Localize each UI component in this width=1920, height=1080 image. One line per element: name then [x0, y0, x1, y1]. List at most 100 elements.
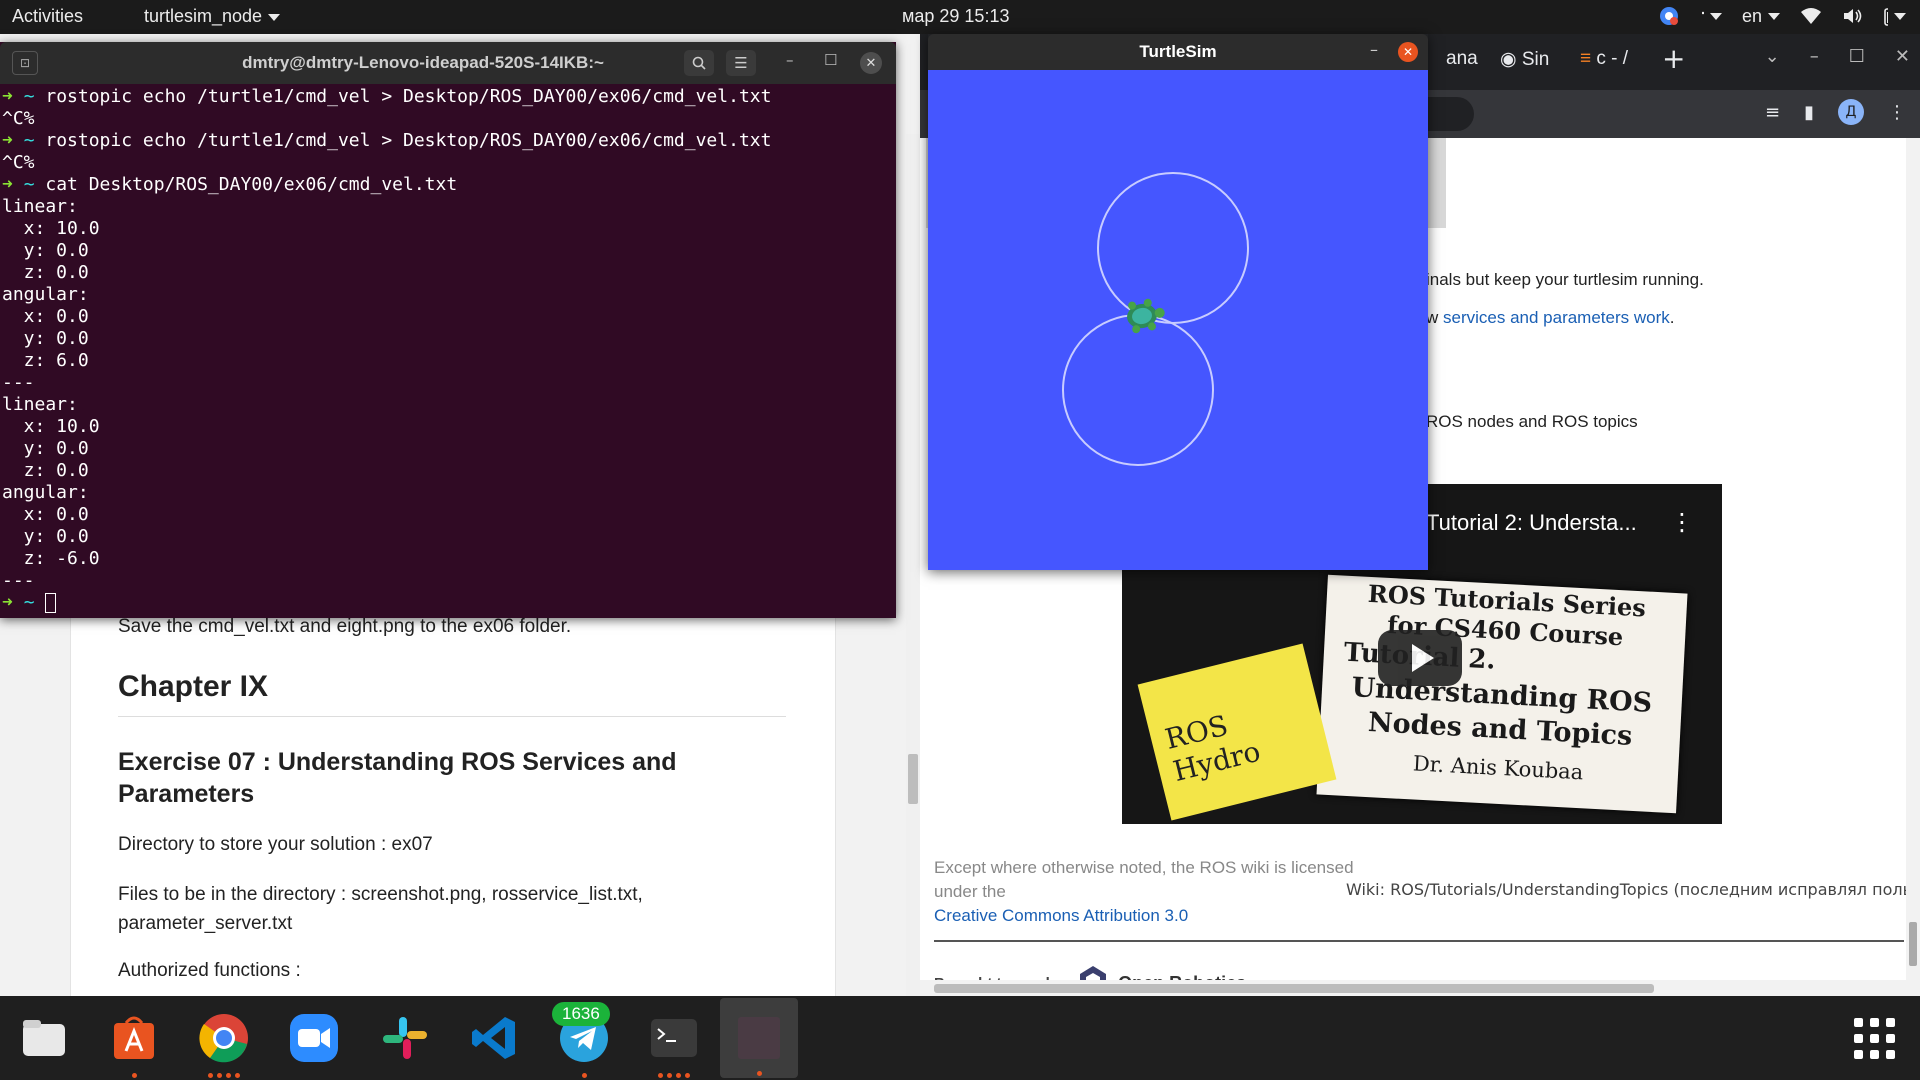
- close-icon[interactable]: ✕: [1895, 46, 1910, 67]
- terminal-line: linear:: [2, 394, 880, 416]
- terminal-line-text: x: 10.0: [2, 218, 100, 239]
- terminal-cursor[interactable]: [45, 593, 57, 613]
- media-queue-icon[interactable]: ≡: [1765, 102, 1780, 125]
- minimize-icon[interactable]: –: [1370, 40, 1378, 59]
- browser-tab[interactable]: ◉ Sin: [1500, 48, 1549, 71]
- browser-tab[interactable]: ≡ c - /: [1580, 48, 1628, 70]
- maximize-icon[interactable]: ☐: [1849, 46, 1865, 67]
- chevron-down-icon: [268, 13, 281, 21]
- prompt-arrow-icon: ➜: [2, 86, 13, 107]
- app-menu[interactable]: turtlesim_node: [144, 6, 281, 27]
- vertical-scrollbar[interactable]: [906, 134, 920, 996]
- maximize-icon[interactable]: ☐: [824, 51, 837, 69]
- prompt-dir: ~: [23, 130, 35, 151]
- tab-label: c - /: [1596, 48, 1629, 69]
- turtlesim-window[interactable]: TurtleSim – ✕: [928, 34, 1428, 570]
- zoom-dock-icon[interactable]: [284, 1008, 344, 1068]
- kebab-menu-icon[interactable]: ⋮: [1888, 102, 1906, 125]
- license-link[interactable]: Creative Commons Attribution 3.0: [934, 906, 1188, 926]
- vscode-dock-icon[interactable]: [464, 1008, 524, 1068]
- browser-window-controls: ⌄ – ☐ ✕: [1765, 46, 1910, 67]
- chevron-down-icon: [1709, 12, 1722, 20]
- terminal-output[interactable]: ➜ ~ rostopic echo /turtle1/cmd_vel > Des…: [0, 86, 880, 616]
- turtlesim-titlebar[interactable]: TurtleSim – ✕: [928, 34, 1428, 70]
- show-applications-icon[interactable]: [1854, 1018, 1895, 1059]
- new-tab-button[interactable]: +: [1662, 42, 1685, 75]
- terminal-line: angular:: [2, 284, 880, 306]
- scrollbar-thumb[interactable]: [908, 754, 918, 804]
- video-caption: ROS nodes and ROS topics: [1426, 412, 1638, 431]
- terminal-line: x: 10.0: [2, 218, 880, 240]
- close-icon[interactable]: ✕: [860, 52, 882, 74]
- clock[interactable]: мар 29 15:13: [902, 6, 1009, 27]
- terminal-scrollbar[interactable]: [886, 88, 894, 614]
- play-icon[interactable]: [1378, 630, 1462, 686]
- terminal-line-text: z: 0.0: [2, 262, 89, 283]
- vertical-scrollbar[interactable]: [1906, 138, 1920, 996]
- tab-label: ana: [1446, 48, 1478, 69]
- terminal-line-text: x: 10.0: [2, 416, 100, 437]
- turtlesim-dock-icon[interactable]: [720, 998, 798, 1078]
- terminal-dock-icon[interactable]: [644, 1008, 704, 1078]
- slack-dock-icon[interactable]: [374, 1008, 434, 1068]
- chrome-tray-icon[interactable]: [1658, 5, 1680, 27]
- paragraph-suffix: .: [1669, 308, 1675, 327]
- search-icon[interactable]: [684, 50, 714, 76]
- terminal-line: ^C%: [2, 108, 880, 130]
- terminal-line-text: y: 0.0: [2, 328, 89, 349]
- terminal-line: y: 0.0: [2, 526, 880, 548]
- turtle-icon: [1127, 298, 1165, 334]
- sticky-note: ROS Hydro: [1137, 643, 1337, 821]
- minimize-icon[interactable]: –: [1810, 46, 1819, 67]
- terminal-line: y: 0.0: [2, 328, 880, 350]
- browser-tab[interactable]: ana: [1446, 48, 1478, 70]
- card-text: Dr. Anis Koubaa: [1412, 751, 1584, 785]
- volume-icon[interactable]: [1842, 5, 1864, 27]
- kebab-menu-icon[interactable]: ⋮: [1670, 508, 1694, 536]
- video-title[interactable]: Tutorial 2: Understa...: [1426, 510, 1637, 536]
- stackoverflow-icon: ≡: [1580, 48, 1597, 69]
- software-center-dock-icon[interactable]: [104, 1008, 164, 1078]
- terminal-line-text: rostopic echo /turtle1/cmd_vel > Desktop…: [45, 130, 772, 151]
- language-label: en: [1741, 5, 1762, 26]
- close-icon[interactable]: ✕: [1398, 42, 1418, 62]
- tab-label: Sin: [1521, 49, 1550, 70]
- services-link[interactable]: services and parameters work: [1443, 308, 1670, 327]
- terminal-line: angular:: [2, 482, 880, 504]
- activities-button[interactable]: Activities: [12, 6, 83, 27]
- terminal-line-text: y: 0.0: [2, 438, 89, 459]
- paragraph: inals but keep your turtlesim running.: [1426, 270, 1704, 289]
- terminal-line: y: 0.0: [2, 240, 880, 262]
- tab-search-icon[interactable]: ⌄: [1765, 46, 1780, 67]
- language-indicator[interactable]: en: [1742, 5, 1780, 27]
- scrollbar-thumb[interactable]: [934, 984, 1654, 993]
- minimize-icon[interactable]: –: [786, 51, 794, 69]
- profile-avatar[interactable]: Д: [1838, 99, 1864, 125]
- prompt-dir: ~: [23, 86, 35, 107]
- terminal-titlebar[interactable]: ⊡ dmtry@dmtry-Lenovo-ideapad-520S-14IKB:…: [0, 42, 896, 84]
- scrollbar-thumb[interactable]: [1909, 922, 1917, 966]
- chrome-dock-icon[interactable]: [194, 1008, 254, 1078]
- wifi-icon[interactable]: [1800, 5, 1822, 27]
- divider: [934, 940, 1904, 942]
- terminal-line: z: 6.0: [2, 350, 880, 372]
- horizontal-scrollbar[interactable]: [920, 980, 1906, 996]
- github-icon: ◉: [1500, 49, 1522, 70]
- side-panel-icon[interactable]: ▮: [1804, 102, 1814, 125]
- terminal-line-text: y: 0.0: [2, 526, 89, 547]
- files-dock-icon[interactable]: [14, 1008, 74, 1068]
- turtlesim-canvas: [928, 70, 1428, 570]
- hamburger-menu-icon[interactable]: ☰: [726, 50, 756, 76]
- save-instruction: Save the cmd_vel.txt and eight.png to th…: [118, 616, 572, 637]
- terminal-line-text: cat Desktop/ROS_DAY00/ex06/cmd_vel.txt: [45, 174, 458, 195]
- terminal-line: ---: [2, 372, 880, 394]
- terminal-line-text: linear:: [2, 196, 78, 217]
- terminal-line: ^C%: [2, 152, 880, 174]
- terminal-line-text: z: 6.0: [2, 350, 89, 371]
- terminal-window[interactable]: ⊡ dmtry@dmtry-Lenovo-ideapad-520S-14IKB:…: [0, 42, 896, 618]
- terminal-line: ---: [2, 570, 880, 592]
- battery-icon[interactable]: [1884, 5, 1906, 27]
- dock: [0, 996, 1920, 1080]
- chevron-down-icon: [1768, 12, 1780, 20]
- accessibility-icon[interactable]: [1700, 5, 1722, 27]
